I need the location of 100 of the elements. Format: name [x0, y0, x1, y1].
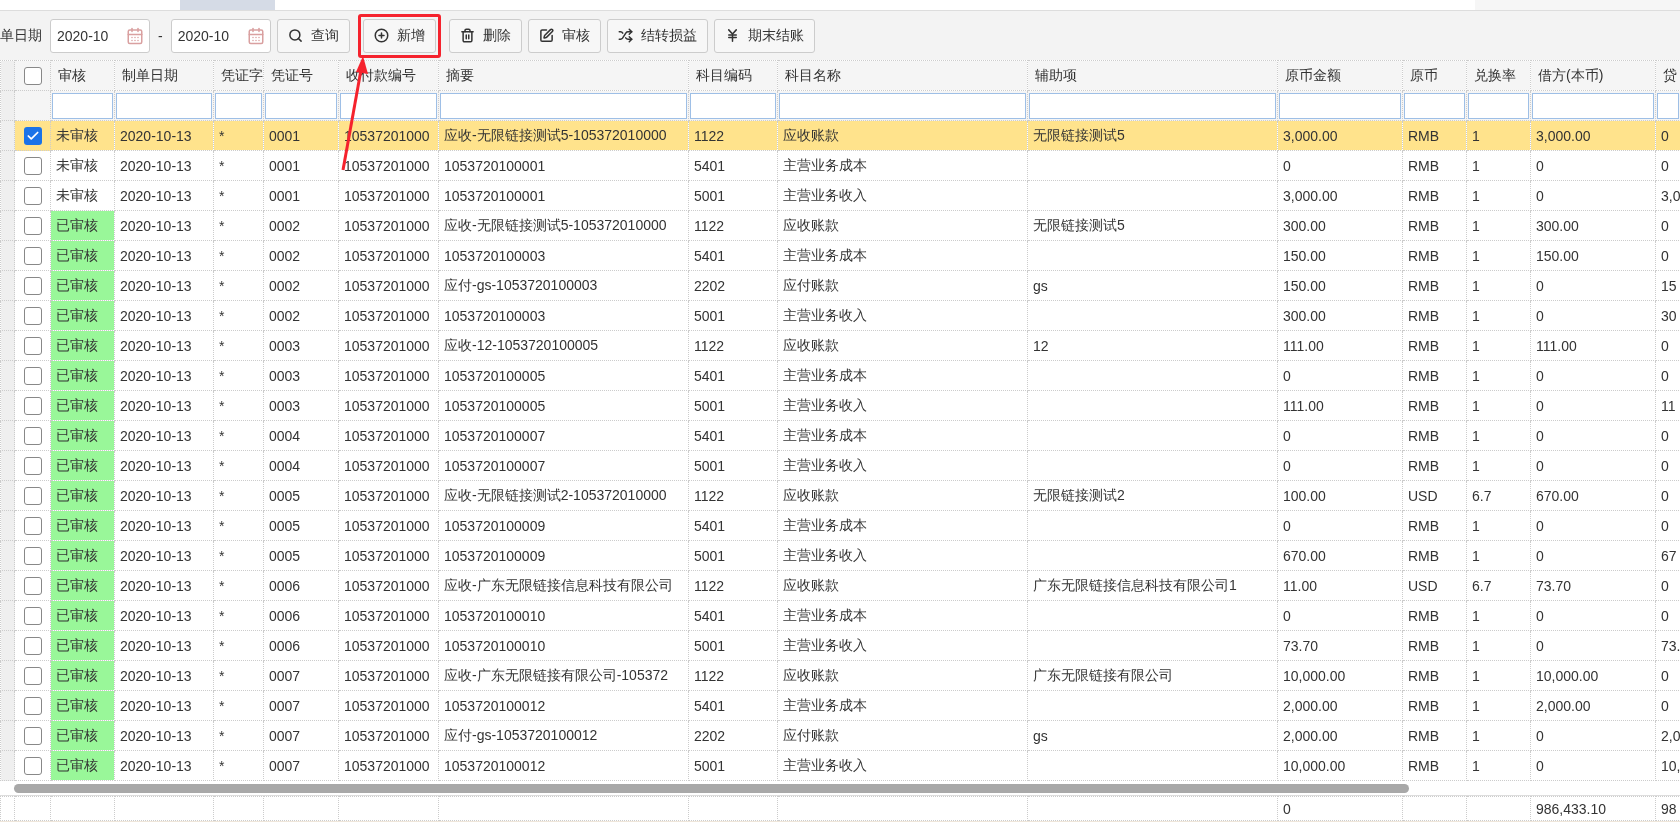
- table-row[interactable]: 已审核 2020-10-13 * 0002 10537201000 应付-gs-1053720100003 2202 应付账款 gs 150.00 RMB 1 0 15: [0, 270, 1680, 301]
- date-field[interactable]: 2020-10: [50, 18, 150, 53]
- column-header[interactable]: 摘要: [438, 60, 689, 91]
- checkbox[interactable]: [23, 726, 42, 745]
- column-header[interactable]: 科目名称: [777, 60, 1028, 91]
- table-row[interactable]: 已审核 2020-10-13 * 0003 10537201000 应收-12-1053720100005 1122 应收账款 12 111.00 RMB 1 111.00 0: [0, 330, 1680, 361]
- checkbox[interactable]: [23, 366, 42, 385]
- column-header[interactable]: 凭证字: [213, 60, 264, 91]
- column-header[interactable]: 凭证号: [263, 60, 339, 91]
- table-cell: RMB: [1402, 390, 1467, 421]
- table-row[interactable]: 已审核 2020-10-13 * 0002 10537201000 1053720100003 5001 主营业务收入 300.00 RMB 1 0 30: [0, 300, 1680, 331]
- filter-field[interactable]: [1404, 92, 1465, 119]
- filter-field[interactable]: [52, 92, 113, 119]
- checkbox[interactable]: [23, 306, 42, 325]
- filter-field[interactable]: [1468, 92, 1529, 119]
- table-cell: 0005: [263, 540, 339, 571]
- checkbox[interactable]: [23, 636, 42, 655]
- toolbar-button[interactable]: 查询: [276, 18, 350, 53]
- filter-field[interactable]: [340, 92, 437, 119]
- checkbox[interactable]: [23, 186, 42, 205]
- table-cell: *: [213, 450, 264, 481]
- checkbox[interactable]: [23, 486, 42, 505]
- table-row[interactable]: 已审核 2020-10-13 * 0006 10537201000 1053720100010 5001 主营业务收入 73.70 RMB 1 0 73.: [0, 630, 1680, 661]
- table-cell: RMB: [1402, 330, 1467, 361]
- status-cell: 已审核: [50, 330, 115, 361]
- table-cell: 应收账款: [777, 660, 1028, 691]
- checkbox[interactable]: [23, 246, 42, 265]
- checkbox[interactable]: [23, 66, 42, 85]
- table-cell: 2202: [688, 720, 778, 751]
- scrollbar-thumb[interactable]: [14, 783, 1409, 793]
- filter-field[interactable]: [1532, 92, 1654, 119]
- table-cell: 1122: [688, 660, 778, 691]
- table-row[interactable]: 已审核 2020-10-13 * 0006 10537201000 1053720100010 5401 主营业务成本 0 RMB 1 0 0: [0, 600, 1680, 631]
- checkbox[interactable]: [23, 156, 42, 175]
- table-cell: 10537201000: [338, 420, 439, 451]
- checkbox[interactable]: [23, 336, 42, 355]
- table-row[interactable]: 已审核 2020-10-13 * 0007 10537201000 应付-gs-1053720100012 2202 应付账款 gs 2,000.00 RMB 1 0 2,0: [0, 720, 1680, 751]
- column-header[interactable]: 科目编码: [688, 60, 778, 91]
- calendar-icon[interactable]: [126, 26, 144, 45]
- checkbox[interactable]: [23, 456, 42, 475]
- toolbar-button[interactable]: 审核: [527, 18, 601, 53]
- table-row[interactable]: 未审核 2020-10-13 * 0001 10537201000 1053720100001 5001 主营业务收入 3,000.00 RMB 1 0 3,0: [0, 180, 1680, 211]
- checkbox[interactable]: [23, 396, 42, 415]
- checkbox[interactable]: [23, 126, 42, 145]
- table-row[interactable]: 已审核 2020-10-13 * 0007 10537201000 1053720100012 5001 主营业务收入 10,000.00 RMB 1 0 10,: [0, 750, 1680, 781]
- column-header[interactable]: 原币: [1402, 60, 1467, 91]
- filter-field[interactable]: [1279, 92, 1401, 119]
- table-row[interactable]: 已审核 2020-10-13 * 0007 10537201000 应收-广东无限链接有限公司-105372 1122 应收账款 广东无限链接有限公司 10,000.00 RMB 1 10,000.00 0: [0, 660, 1680, 691]
- date-field[interactable]: 2020-10: [170, 18, 271, 53]
- checkbox[interactable]: [23, 546, 42, 565]
- checkbox[interactable]: [23, 756, 42, 775]
- table-row[interactable]: 已审核 2020-10-13 * 0003 10537201000 1053720100005 5401 主营业务成本 0 RMB 1 0 0: [0, 360, 1680, 391]
- checkbox[interactable]: [23, 666, 42, 685]
- table-row[interactable]: 已审核 2020-10-13 * 0006 10537201000 应收-广东无限链接信息科技有限公司 1122 应收账款 广东无限链接信息科技有限公司1 11.00 USD 6.7 73.70 0: [0, 570, 1680, 601]
- table-row[interactable]: 已审核 2020-10-13 * 0005 10537201000 1053720100009 5401 主营业务成本 0 RMB 1 0 0: [0, 510, 1680, 541]
- checkbox[interactable]: [23, 276, 42, 295]
- filter-field[interactable]: [1029, 92, 1276, 119]
- checkbox[interactable]: [23, 516, 42, 535]
- filter-field[interactable]: [116, 92, 212, 119]
- column-header[interactable]: 制单日期: [114, 60, 214, 91]
- status-cell: 已审核: [50, 720, 115, 751]
- column-header[interactable]: 原币金额: [1277, 60, 1403, 91]
- table-cell: 0: [1530, 750, 1656, 781]
- column-header[interactable]: 审核: [50, 60, 115, 91]
- toolbar-button[interactable]: 删除: [448, 18, 522, 53]
- table-row[interactable]: 已审核 2020-10-13 * 0004 10537201000 1053720100007 5401 主营业务成本 0 RMB 1 0 0: [0, 420, 1680, 451]
- table-row[interactable]: 已审核 2020-10-13 * 0002 10537201000 应收-无限链接测试5-105372010000 1122 应收账款 无限链接测试5 300.00 RMB 1 300.00 0: [0, 210, 1680, 241]
- table-row[interactable]: 已审核 2020-10-13 * 0005 10537201000 1053720100009 5001 主营业务收入 670.00 RMB 1 0 67: [0, 540, 1680, 571]
- table-row[interactable]: 未审核 2020-10-13 * 0001 10537201000 1053720100001 5401 主营业务成本 0 RMB 1 0 0: [0, 150, 1680, 181]
- column-header[interactable]: 辅助项: [1027, 60, 1278, 91]
- checkbox[interactable]: [23, 606, 42, 625]
- column-header[interactable]: 贷: [1655, 60, 1680, 91]
- table-cell: 300.00: [1277, 210, 1403, 241]
- table-row[interactable]: 已审核 2020-10-13 * 0002 10537201000 1053720100003 5401 主营业务成本 150.00 RMB 1 150.00 0: [0, 240, 1680, 271]
- toolbar-button[interactable]: 结转损益: [606, 18, 708, 53]
- table-cell: 0001: [263, 150, 339, 181]
- filter-field[interactable]: [215, 92, 262, 119]
- filter-field[interactable]: [440, 92, 687, 119]
- filter-field[interactable]: [265, 92, 337, 119]
- column-header[interactable]: 借方(本币): [1530, 60, 1656, 91]
- checkbox[interactable]: [23, 576, 42, 595]
- filter-field[interactable]: [1657, 92, 1679, 119]
- checkbox[interactable]: [23, 696, 42, 715]
- table-cell: 1053720100012: [438, 750, 689, 781]
- column-header[interactable]: 兑换率: [1466, 60, 1531, 91]
- calendar-icon[interactable]: [246, 26, 265, 45]
- checkbox[interactable]: [23, 216, 42, 235]
- checkbox[interactable]: [23, 426, 42, 445]
- toolbar-button[interactable]: 期末结账: [713, 18, 815, 53]
- filter-field[interactable]: [690, 92, 776, 119]
- table-row[interactable]: 已审核 2020-10-13 * 0003 10537201000 1053720100005 5001 主营业务收入 111.00 RMB 1 0 11: [0, 390, 1680, 421]
- table-cell: 1053720100005: [438, 390, 689, 421]
- filter-field[interactable]: [779, 92, 1026, 119]
- table-cell: 2202: [688, 270, 778, 301]
- table-cell: 2020-10-13: [114, 480, 214, 511]
- table-cell: 2020-10-13: [114, 390, 214, 421]
- toolbar-button[interactable]: 新增: [362, 18, 436, 53]
- table-row[interactable]: 已审核 2020-10-13 * 0005 10537201000 应收-无限链接测试2-105372010000 1122 应收账款 无限链接测试2 100.00 USD 6.7 670.00 0: [0, 480, 1680, 511]
- table-row[interactable]: 已审核 2020-10-13 * 0007 10537201000 1053720100012 5401 主营业务成本 2,000.00 RMB 1 2,000.00 0: [0, 690, 1680, 721]
- table-row[interactable]: 已审核 2020-10-13 * 0004 10537201000 1053720100007 5001 主营业务收入 0 RMB 1 0 0: [0, 450, 1680, 481]
